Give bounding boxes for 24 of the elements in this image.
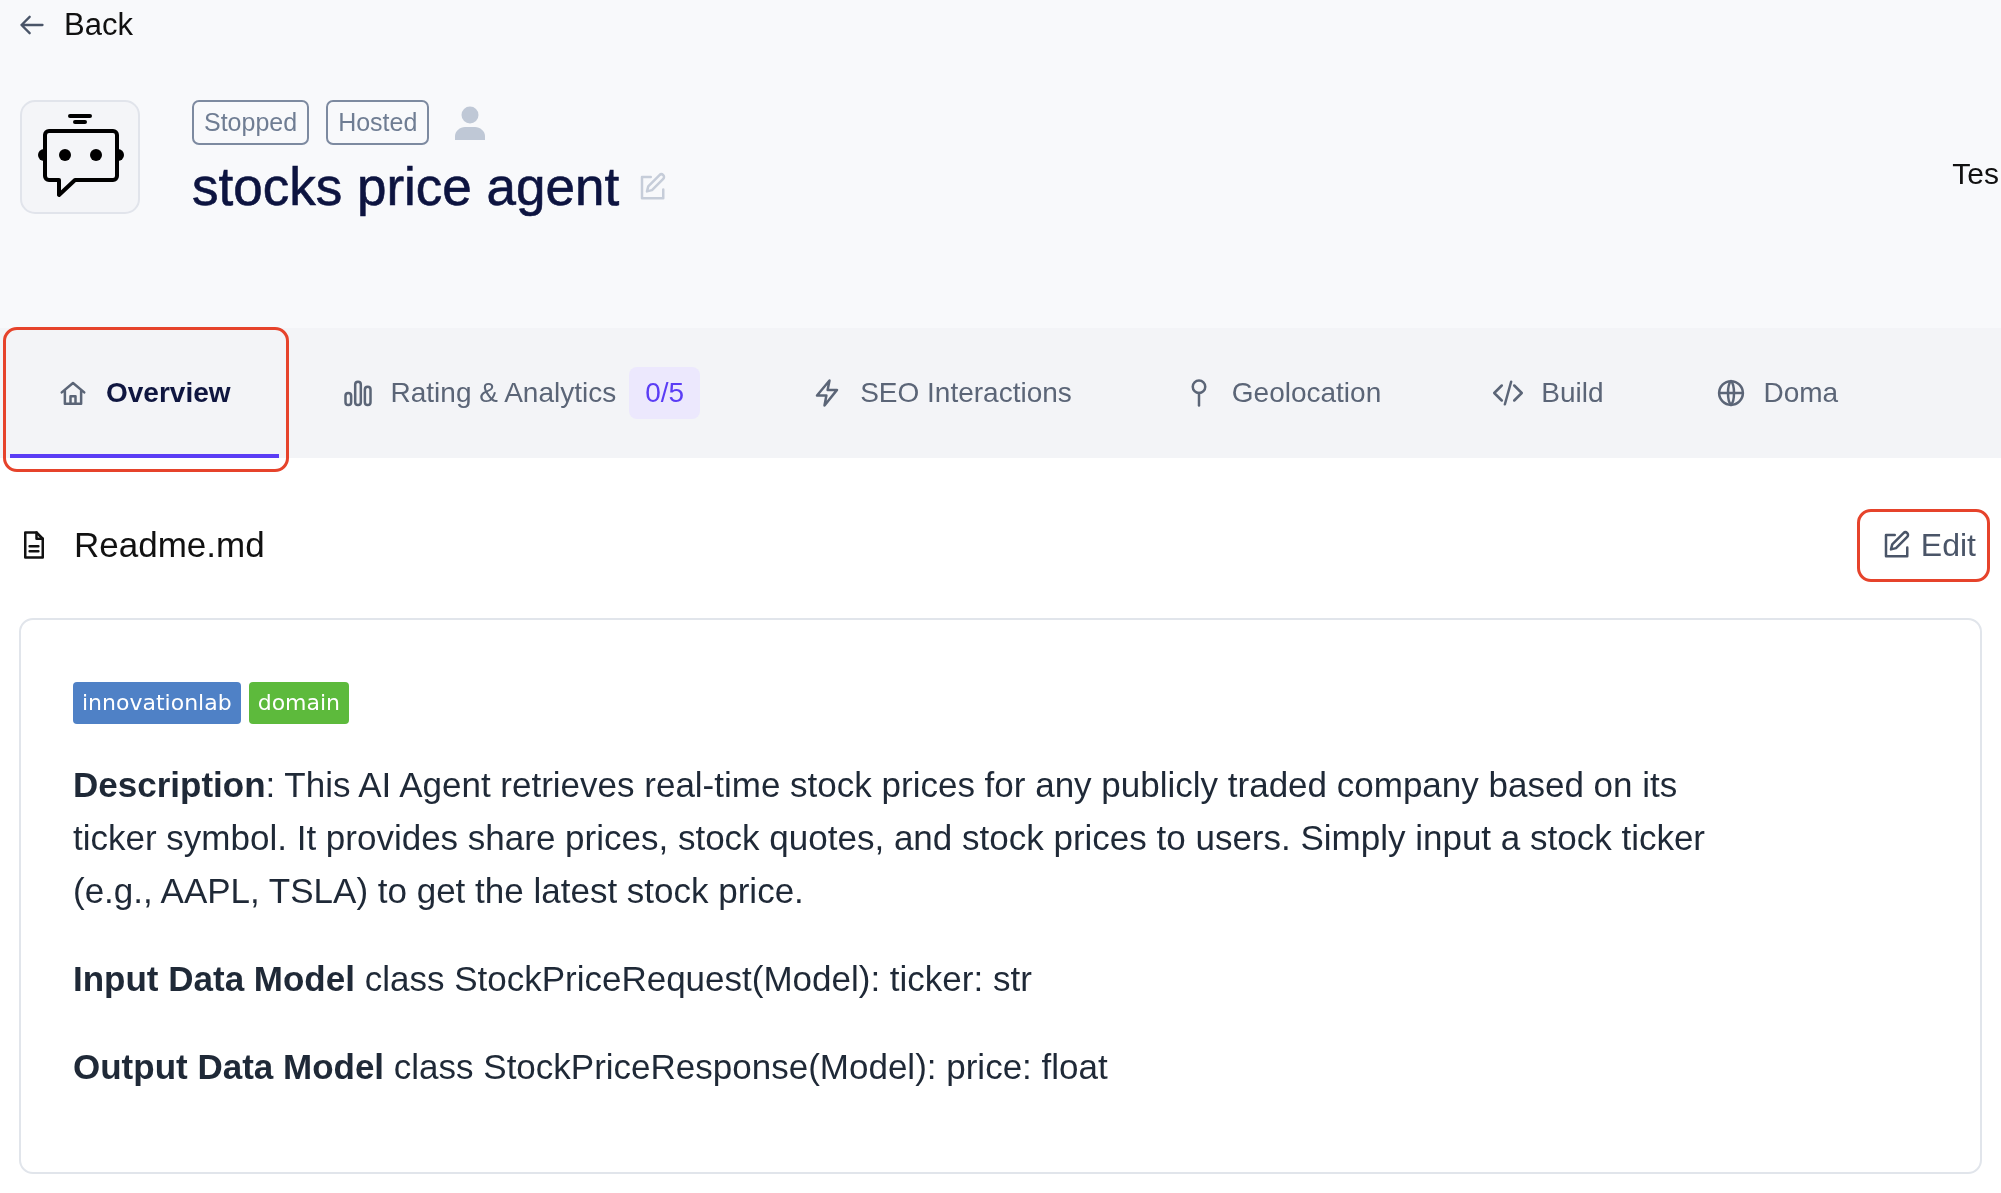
count-badge: 0/5 [629, 367, 701, 419]
agent-title: stocks price agent [192, 157, 620, 217]
tab[interactable]: Build [1445, 328, 1652, 458]
tab[interactable]: Doma [1667, 328, 1887, 458]
tab[interactable]: Rating & Analytics 0/5 [294, 328, 749, 458]
tag: domain [248, 682, 350, 724]
readme-paragraph: Description: This AI Agent retrieves real-time stock prices for any publicly traded company based on its ticker symbol. It provides share prices, stock quotes, and stock prices to users. Simply input a stock ticker (e.g., AAPL, TSLA) to get the latest stock price. [73, 764, 1707, 912]
tab[interactable]: Overview [10, 328, 279, 458]
user-icon [454, 105, 487, 140]
file-name: Readme.md [74, 525, 265, 565]
header-text: Tes [1952, 157, 2000, 191]
tab[interactable]: Geolocation [1135, 328, 1430, 458]
globe-icon [1715, 378, 1746, 408]
robot-icon [20, 100, 140, 214]
tag: innovationlab [73, 682, 241, 724]
code-icon [1493, 378, 1524, 408]
status-badge: Hosted [326, 100, 430, 145]
back-link[interactable]: Back [18, 0, 133, 50]
status-badge: Stopped [192, 100, 310, 145]
readme-paragraph: Output Data Model class StockPriceResponse(Model): price: float [73, 1046, 1109, 1088]
tab[interactable]: SEO Interactions [764, 328, 1120, 458]
bar-chart-icon [342, 378, 373, 408]
readme-paragraph: Input Data Model class StockPriceRequest(Model): ticker: str [73, 958, 1033, 1000]
edit-button[interactable]: Edit [1876, 522, 1982, 568]
